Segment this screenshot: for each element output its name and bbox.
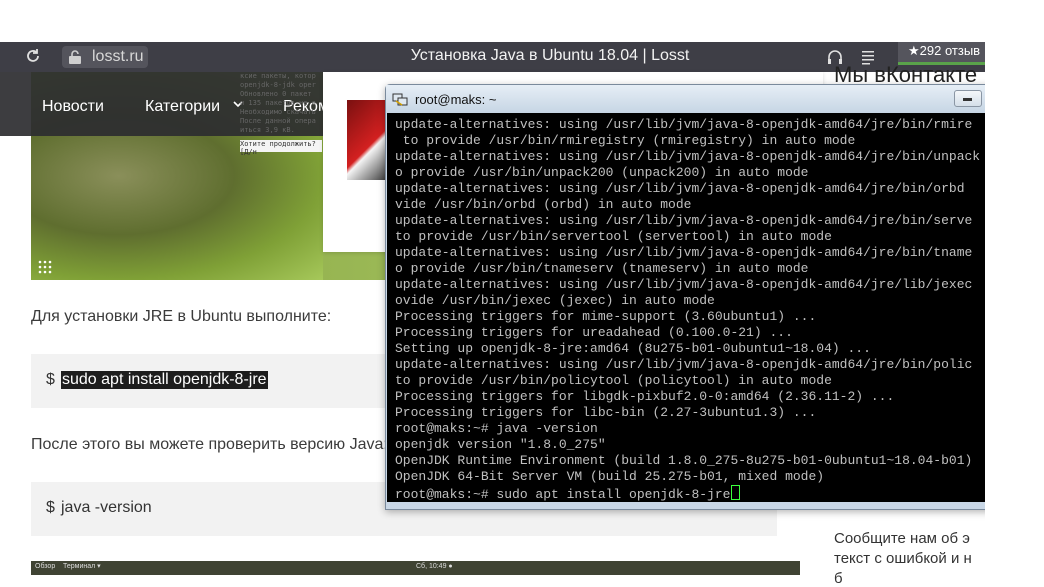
- grid-dots-icon: [38, 260, 52, 274]
- minimize-button[interactable]: [954, 90, 982, 107]
- terminal-line: update-alternatives: using /usr/lib/jvm/…: [395, 117, 973, 132]
- terminal-line: o provide /usr/bin/unpack200 (unpack200)…: [395, 165, 809, 180]
- nav-item-categories[interactable]: Категории: [145, 98, 220, 116]
- code-prompt: $: [46, 499, 55, 516]
- terminal-window[interactable]: root@maks: ~ update-alternatives: using …: [385, 84, 997, 510]
- terminal-line: vide /usr/bin/orbd (orbd) in auto mode: [395, 197, 692, 212]
- terminal-prompt-line[interactable]: root@maks:~# sudo apt install openjdk-8-…: [395, 485, 741, 502]
- article-paragraph-check: После этого вы можете проверить версию J…: [31, 436, 388, 453]
- terminal-titlebar[interactable]: root@maks: ~: [386, 85, 996, 113]
- terminal-line: to provide /usr/bin/policytool (policyto…: [395, 373, 832, 388]
- right-column-text-line: б: [834, 570, 843, 587]
- code-prompt: $: [46, 371, 55, 388]
- screen-edge: [985, 0, 1044, 575]
- terminal-line: Processing triggers for mime-support (3.…: [395, 309, 817, 324]
- right-column-text-line: текст с ошибкой и н: [834, 550, 972, 567]
- article-paragraph-jre: Для установки JRE в Ubuntu выполните:: [31, 308, 332, 325]
- strip-overview-label: Обзор: [35, 563, 56, 570]
- code-command-install[interactable]: sudo apt install openjdk-8-jre: [61, 371, 268, 389]
- strip-clock: Сб, 10:49 ●: [416, 563, 453, 570]
- terminal-line: update-alternatives: using /usr/lib/jvm/…: [395, 213, 973, 228]
- background-terminal-text: ксие пакеты, котор openjdk-8-jdk oper Об…: [240, 72, 316, 134]
- terminal-line: o provide /usr/bin/tnameserv (tnameserv)…: [395, 261, 809, 276]
- page-title: Установка Java в Ubuntu 18.04 | Losst: [410, 47, 690, 64]
- address-bar[interactable]: losst.ru: [62, 46, 148, 68]
- terminal-line: openjdk version "1.8.0_275": [395, 437, 606, 452]
- terminal-line: to provide /usr/bin/servertool (serverto…: [395, 229, 832, 244]
- nav-item-news[interactable]: Новости: [42, 98, 104, 116]
- terminal-line: OpenJDK Runtime Environment (build 1.8.0…: [395, 453, 973, 468]
- embedded-screenshot-strip: Обзор Терминал ▾ Сб, 10:49 ●: [31, 561, 800, 575]
- terminal-line: root@maks:~# java -version: [395, 421, 598, 436]
- terminal-line: Processing triggers for libgdk-pixbuf2.0…: [395, 389, 895, 404]
- reviews-badge[interactable]: ★292 отзыв: [898, 42, 985, 62]
- background-terminal-prompt: Хотите продолжить? [Д/н: [240, 140, 322, 156]
- terminal-line: to provide /usr/bin/rmiregistry (rmiregi…: [395, 133, 856, 148]
- terminal-line: update-alternatives: using /usr/lib/jvm/…: [395, 181, 965, 196]
- terminal-line: update-alternatives: using /usr/lib/jvm/…: [395, 277, 973, 292]
- lock-icon: [69, 50, 81, 64]
- terminal-line: update-alternatives: using /usr/lib/jvm/…: [395, 357, 973, 372]
- terminal-line: Setting up openjdk-8-jre:amd64 (8u275-b0…: [395, 341, 871, 356]
- terminal-line: Processing triggers for ureadahead (0.10…: [395, 325, 793, 340]
- url-text: losst.ru: [92, 48, 144, 65]
- terminal-output[interactable]: update-alternatives: using /usr/lib/jvm/…: [387, 113, 997, 502]
- terminal-line: Processing triggers for libc-bin (2.27-3…: [395, 405, 817, 420]
- strip-terminal-label: Терминал ▾: [63, 563, 101, 570]
- code-command-version[interactable]: java -version: [61, 499, 152, 517]
- putty-icon: [392, 93, 408, 106]
- terminal-line: ovide /usr/bin/jexec (jexec) in auto mod…: [395, 293, 715, 308]
- terminal-current-command: root@maks:~# sudo apt install openjdk-8-…: [395, 487, 731, 502]
- terminal-line: update-alternatives: using /usr/lib/jvm/…: [395, 149, 981, 164]
- terminal-cursor: [731, 485, 741, 500]
- reload-icon[interactable]: [24, 47, 42, 65]
- right-column-text-line: Сообщите нам об э: [834, 530, 970, 547]
- terminal-title: root@maks: ~: [415, 92, 497, 107]
- terminal-line: OpenJDK 64-Bit Server VM (build 25.275-b…: [395, 469, 825, 484]
- terminal-line: update-alternatives: using /usr/lib/jvm/…: [395, 245, 973, 260]
- right-column-heading: Мы вКонтакте: [834, 62, 978, 84]
